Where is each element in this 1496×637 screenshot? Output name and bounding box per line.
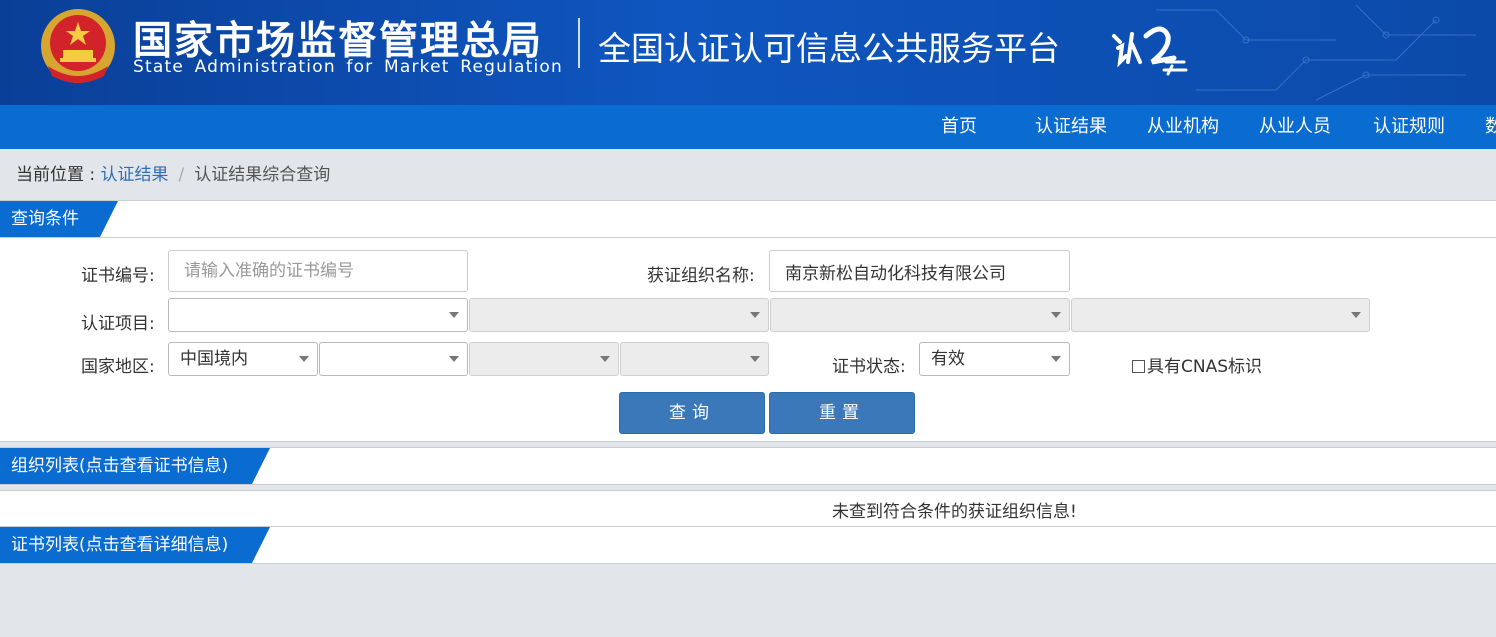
chevron-down-icon (449, 356, 459, 362)
status-select-value: 有效 (931, 349, 965, 369)
breadcrumb: 当前位置 : 认证结果 / 认证结果综合查询 (16, 160, 330, 185)
header-banner: 国家市场监督管理总局 State Administration for Mark… (0, 0, 1496, 105)
region-select-4[interactable] (620, 342, 769, 376)
status-select[interactable]: 有效 (919, 342, 1070, 376)
main-nav: 首页 认证结果 从业机构 从业人员 认证规则 数 (0, 105, 1496, 149)
project-select-1[interactable] (168, 298, 468, 332)
reset-button[interactable]: 重置 (769, 392, 915, 434)
chevron-down-icon (1351, 312, 1361, 318)
cert-panel-header: 证书列表(点击查看详细信息) (0, 526, 1496, 564)
circuit-decoration-icon (1156, 4, 1476, 101)
org-empty-message: 未查到符合条件的获证组织信息! (832, 502, 1077, 522)
region-select-1-value: 中国境内 (180, 349, 248, 369)
region-label: 国家地区: (81, 357, 155, 377)
project-label: 认证项目: (81, 314, 155, 334)
cert-panel-title: 证书列表(点击查看详细信息) (11, 535, 229, 555)
chevron-down-icon (600, 356, 610, 362)
cnas-checkbox-label: 具有CNAS标识 (1147, 357, 1263, 377)
region-select-1[interactable]: 中国境内 (168, 342, 318, 376)
nav-item-home[interactable]: 首页 (941, 105, 977, 149)
query-button[interactable]: 查询 (619, 392, 765, 434)
query-panel-tag: 查询条件 (0, 201, 118, 237)
chevron-down-icon (1051, 356, 1061, 362)
breadcrumb-link-cert-results[interactable]: 认证结果 (101, 165, 169, 185)
nav-item-rules[interactable]: 认证规则 (1373, 105, 1445, 149)
org-name-label: 获证组织名称: (647, 266, 755, 286)
cert-panel-tag: 证书列表(点击查看详细信息) (0, 527, 270, 563)
org-list-empty-row: 未查到符合条件的获证组织信息! (0, 490, 1496, 526)
org-panel-header: 组织列表(点击查看证书信息) (0, 447, 1496, 485)
query-panel-title: 查询条件 (11, 209, 79, 229)
agency-name-en: State Administration for Market Regulati… (133, 57, 563, 77)
cert-no-label: 证书编号: (81, 266, 155, 286)
org-panel-tag: 组织列表(点击查看证书信息) (0, 448, 270, 484)
nav-item-institutions[interactable]: 从业机构 (1147, 105, 1219, 149)
status-label: 证书状态: (832, 357, 906, 377)
region-select-3[interactable] (469, 342, 619, 376)
org-name-input[interactable] (769, 250, 1070, 292)
breadcrumb-current: 认证结果综合查询 (194, 165, 331, 185)
chevron-down-icon (299, 356, 309, 362)
nav-item-cert-results[interactable]: 认证结果 (1035, 105, 1107, 149)
cnas-checkbox[interactable] (1132, 360, 1145, 373)
platform-title: 全国认证认可信息公共服务平台 (598, 29, 1060, 68)
chevron-down-icon (449, 312, 459, 318)
project-select-2[interactable] (469, 298, 769, 332)
query-panel-header: 查询条件 (0, 200, 1496, 238)
renyun-logo-icon (1112, 26, 1188, 76)
region-select-2[interactable] (319, 342, 468, 376)
nav-item-data[interactable]: 数 (1485, 105, 1496, 149)
cnas-checkbox-row[interactable]: 具有CNAS标识 (1132, 352, 1262, 377)
nav-item-personnel[interactable]: 从业人员 (1259, 105, 1331, 149)
chevron-down-icon (1051, 312, 1061, 318)
breadcrumb-prefix: 当前位置 : (16, 165, 101, 185)
national-emblem-icon (41, 9, 115, 83)
header-divider (578, 18, 580, 68)
chevron-down-icon (750, 356, 760, 362)
org-panel-title: 组织列表(点击查看证书信息) (11, 456, 229, 476)
project-select-4[interactable] (1071, 298, 1370, 332)
cert-no-input[interactable] (168, 250, 468, 292)
breadcrumb-separator: / (178, 165, 185, 185)
project-select-3[interactable] (770, 298, 1070, 332)
chevron-down-icon (750, 312, 760, 318)
